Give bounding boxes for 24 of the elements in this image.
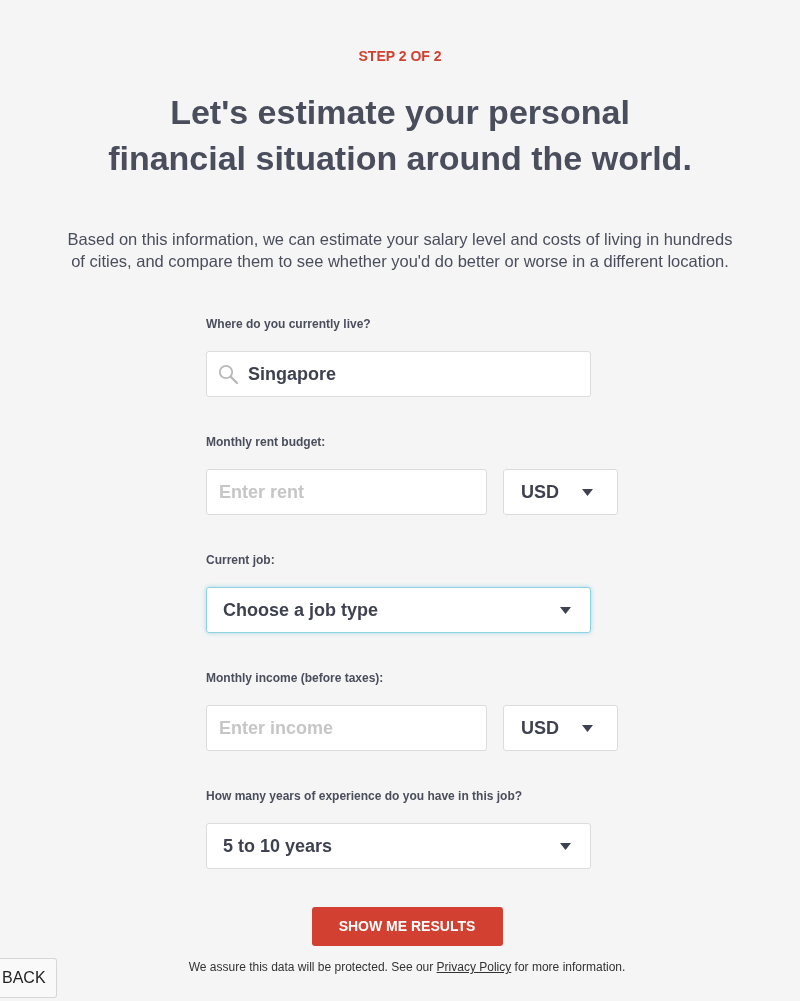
field-label: Where do you currently live? <box>206 316 372 332</box>
search-field[interactable]: Singapore <box>206 351 591 397</box>
caret-icon <box>582 724 593 732</box>
caret-icon <box>560 842 571 850</box>
field-label: How many years of experience do you have in this job? <box>206 788 524 804</box>
amount-field[interactable]: Enter income <box>206 705 487 751</box>
field-label: Monthly income (before taxes): <box>206 670 385 686</box>
intro-text: Based on this information, we can estimate your salary level and costs of living in hundreds of cities, and compare them to see whether you'd do better or worse in a different location. <box>66 229 734 272</box>
back-button[interactable]: BACK <box>0 958 57 998</box>
currency-select[interactable]: USD <box>503 469 618 515</box>
currency-select[interactable]: USD <box>503 705 618 751</box>
dropdown-select[interactable]: Choose a job type <box>206 587 591 633</box>
amount-field[interactable]: Enter rent <box>206 469 487 515</box>
page-heading: Let's estimate your personal financial situation around the world. <box>108 92 692 179</box>
privacy-policy-link[interactable]: Privacy Policy <box>436 960 512 974</box>
caret-icon <box>582 488 593 496</box>
search-icon <box>218 364 238 384</box>
step-label: STEP 2 OF 2 <box>357 47 443 65</box>
dropdown-select[interactable]: 5 to 10 years <box>206 823 591 869</box>
privacy-note: We assure this data will be protected. See our Privacy Policy for more information. <box>187 959 627 975</box>
field-label: Current job: <box>206 552 276 568</box>
field-label: Monthly rent budget: <box>206 434 327 450</box>
caret-icon <box>560 606 571 614</box>
show-results-button[interactable]: SHOW ME RESULTS <box>311 907 503 946</box>
